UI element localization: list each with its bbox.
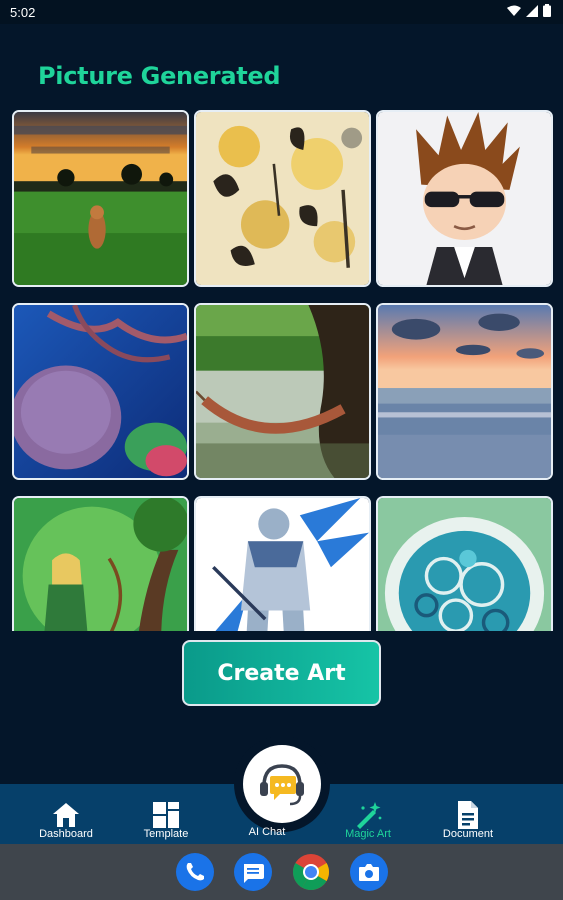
gallery-image-3[interactable] xyxy=(376,110,553,287)
camera-app-button[interactable] xyxy=(350,853,388,891)
signal-icon xyxy=(526,4,538,17)
headset-chat-icon xyxy=(260,764,304,806)
home-icon xyxy=(53,803,79,827)
grid-icon xyxy=(153,802,179,828)
camera-icon xyxy=(359,864,379,881)
nav-label-dashboard: Dashboard xyxy=(39,828,93,840)
page-title: Picture Generated xyxy=(38,62,281,90)
cartoon-boy-image xyxy=(378,112,551,285)
gallery-image-2[interactable] xyxy=(194,110,371,287)
beach-sunset-image xyxy=(378,305,551,478)
document-icon xyxy=(458,801,478,829)
tiger-savanna-image xyxy=(14,112,187,285)
battery-icon xyxy=(543,4,551,17)
messages-app-button[interactable] xyxy=(234,853,272,891)
nav-label-ai-chat: AI Chat xyxy=(248,826,286,838)
gallery-image-7[interactable] xyxy=(12,496,189,631)
armored-warrior-image xyxy=(196,498,369,631)
phone-icon xyxy=(186,863,204,881)
status-time: 5:02 xyxy=(10,5,36,20)
nav-item-document[interactable]: Document xyxy=(418,800,518,840)
system-dock xyxy=(0,844,563,900)
floral-pattern-image xyxy=(196,112,369,285)
wifi-icon xyxy=(507,5,521,16)
nav-label-document: Document xyxy=(442,828,494,840)
magic-wand-icon xyxy=(357,802,382,829)
nav-item-dashboard[interactable]: Dashboard xyxy=(16,800,116,840)
gallery-image-9[interactable] xyxy=(376,496,553,631)
elf-archer-image xyxy=(14,498,187,631)
status-bar: 5:02 xyxy=(0,0,563,24)
gallery-image-4[interactable] xyxy=(12,303,189,480)
ai-chat-button[interactable] xyxy=(243,745,321,823)
chrome-app-button[interactable] xyxy=(292,853,330,891)
nav-item-magic-art[interactable]: Magic Art xyxy=(318,800,418,840)
messages-icon xyxy=(244,864,264,883)
status-icons xyxy=(507,4,551,17)
coral-reef-image xyxy=(14,305,187,478)
gallery-image-5[interactable] xyxy=(194,303,371,480)
hammock-pond-image xyxy=(196,305,369,478)
image-gallery[interactable] xyxy=(10,108,555,631)
nav-item-template[interactable]: Template xyxy=(116,800,216,840)
gallery-image-6[interactable] xyxy=(376,303,553,480)
abstract-ornament-image xyxy=(378,498,551,631)
nav-label-template: Template xyxy=(143,828,189,840)
gallery-image-1[interactable] xyxy=(12,110,189,287)
phone-app-button[interactable] xyxy=(176,853,214,891)
chrome-icon xyxy=(293,854,330,891)
gallery-image-8[interactable] xyxy=(194,496,371,631)
nav-label-magic-art: Magic Art xyxy=(345,828,391,840)
create-art-button[interactable]: Create Art xyxy=(182,640,381,706)
